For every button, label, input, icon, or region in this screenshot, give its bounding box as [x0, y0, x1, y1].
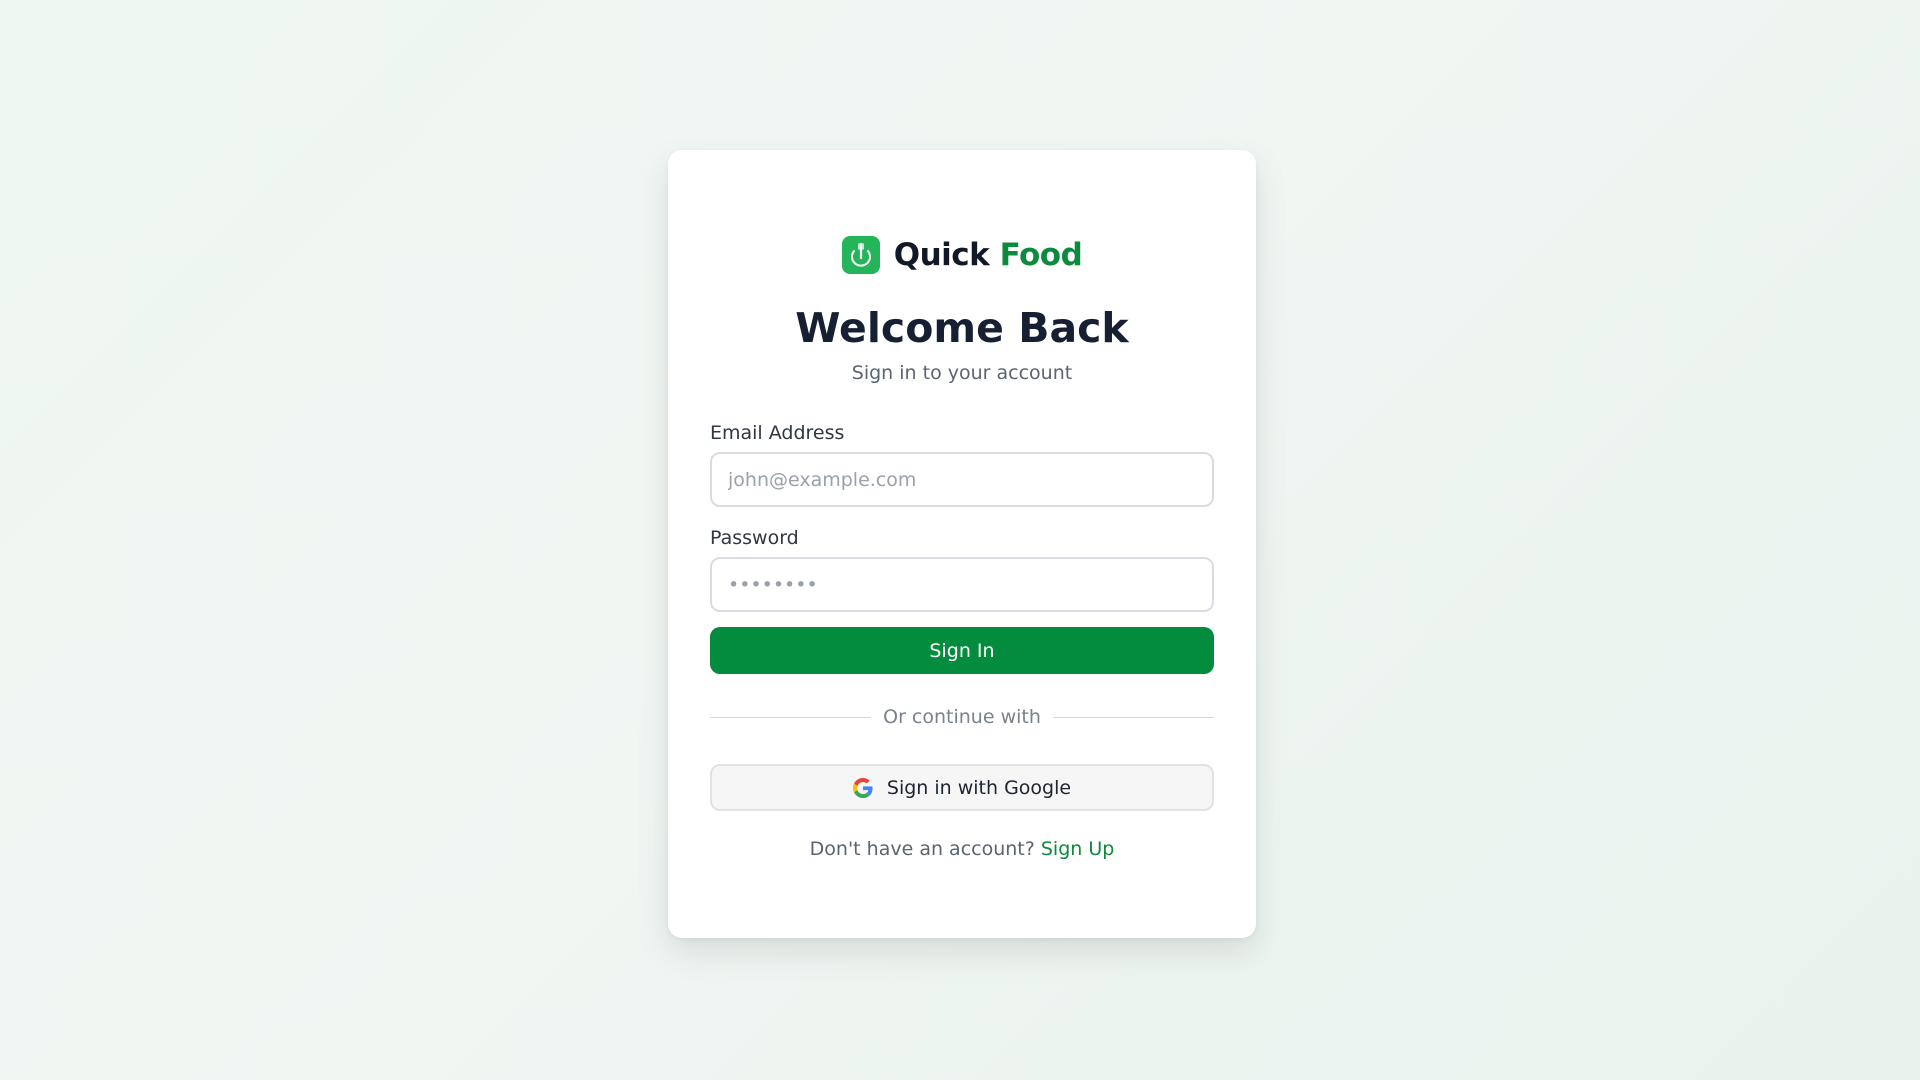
page-title: Welcome Back — [795, 304, 1129, 352]
divider-text: Or continue with — [883, 706, 1041, 728]
signup-prompt-text: Don't have an account? — [809, 838, 1035, 860]
divider-line-right — [1052, 716, 1214, 718]
divider: Or continue with — [710, 706, 1214, 728]
sign-in-button[interactable]: Sign In — [710, 627, 1214, 674]
google-icon — [852, 777, 873, 798]
login-card: Quick Food Welcome Back Sign in to your … — [668, 150, 1256, 938]
password-field[interactable] — [710, 557, 1214, 612]
page-subtitle: Sign in to your account — [851, 362, 1073, 384]
sign-up-link[interactable]: Sign Up — [1041, 838, 1114, 860]
brand-logo: Quick Food — [668, 236, 1256, 274]
google-sign-in-button[interactable]: Sign in with Google — [710, 764, 1214, 811]
brand-name-primary: Quick — [893, 237, 990, 273]
signup-prompt: Don't have an account? Sign Up — [668, 838, 1256, 860]
google-button-label: Sign in with Google — [886, 776, 1072, 799]
utensils-icon — [841, 236, 880, 274]
divider-line-left — [710, 716, 872, 718]
brand-name-accent: Food — [999, 237, 1083, 273]
email-label: Email Address — [710, 422, 845, 444]
password-label: Password — [710, 527, 799, 549]
email-field[interactable] — [710, 452, 1214, 507]
brand-name: Quick Food — [894, 237, 1083, 273]
